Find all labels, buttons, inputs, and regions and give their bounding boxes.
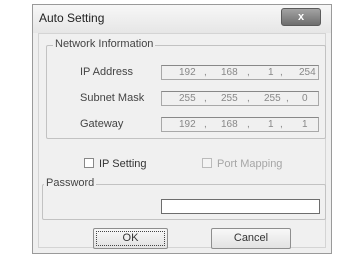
ip-address-label: IP Address [80,66,133,78]
ip-octet-2: 168 [221,67,238,78]
subnet-octet-4: 0 [302,93,308,104]
ip-address-field[interactable]: 192 , 168 , 1 , 254 [161,65,319,80]
gateway-field[interactable]: 192 , 168 , 1 , 1 [161,117,319,132]
password-label: Password [44,177,97,189]
ip-octet-4: 254 [299,67,316,78]
subnet-mask-label: Subnet Mask [80,92,145,104]
gateway-separator-1: , [204,119,207,130]
password-group: Password [42,177,326,220]
ip-setting-option[interactable]: IP Setting [84,158,147,170]
ip-separator-2: , [247,67,250,78]
gateway-octet-1: 192 [179,119,196,130]
port-mapping-label: Port Mapping [217,158,283,170]
subnet-octet-3: 255 [264,93,281,104]
port-mapping-checkbox [202,158,212,168]
ip-setting-checkbox[interactable] [84,158,94,168]
ok-button[interactable]: OK [93,228,168,249]
gateway-separator-2: , [247,119,250,130]
password-input[interactable] [161,199,320,214]
close-button[interactable]: x [281,8,321,26]
subnet-separator-3: , [286,93,289,104]
cancel-button-label: Cancel [233,232,269,244]
subnet-octet-2: 255 [221,93,238,104]
network-information-group: Network Information IP Address 192 , 168… [46,38,326,139]
subnet-mask-field[interactable]: 255 , 255 , 255 , 0 [161,91,319,106]
dialog-body: Network Information IP Address 192 , 168… [38,33,326,249]
cancel-button[interactable]: Cancel [211,228,291,249]
gateway-octet-3: 1 [268,119,274,130]
gateway-octet-4: 1 [302,119,308,130]
auto-setting-dialog: Auto Setting x Network Information IP Ad… [32,4,332,254]
subnet-separator-1: , [204,93,207,104]
ok-button-label: OK [122,232,139,244]
port-mapping-option: Port Mapping [202,158,282,170]
gateway-octet-2: 168 [221,119,238,130]
subnet-octet-1: 255 [179,93,196,104]
ip-setting-label: IP Setting [99,158,147,170]
window-title: Auto Setting [39,11,105,25]
network-information-label: Network Information [53,38,156,50]
gateway-separator-3: , [280,119,283,130]
title-bar[interactable]: Auto Setting x [33,5,331,33]
gateway-label: Gateway [80,118,124,130]
ip-octet-1: 192 [179,67,196,78]
subnet-separator-2: , [247,93,250,104]
ip-octet-3: 1 [268,67,274,78]
ip-separator-1: , [204,67,207,78]
ip-separator-3: , [280,67,283,78]
close-icon: x [297,11,305,23]
